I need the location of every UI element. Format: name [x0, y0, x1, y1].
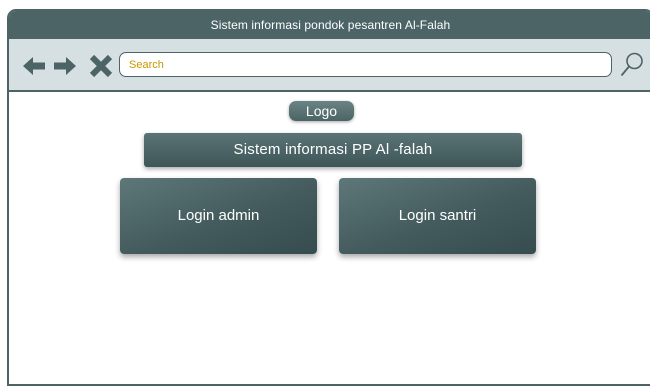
login-santri-button[interactable]: Login santri: [339, 178, 536, 254]
forward-arrow-icon[interactable]: [53, 54, 77, 78]
close-icon[interactable]: [89, 54, 113, 78]
login-admin-button[interactable]: Login admin: [120, 178, 317, 254]
browser-window: Sistem informasi pondok pesantren Al-Fal…: [7, 9, 650, 386]
toolbar: [9, 39, 650, 92]
logo-badge: Logo: [289, 101, 354, 121]
search-icon[interactable]: [619, 51, 645, 78]
search-input[interactable]: [119, 52, 612, 77]
app-title-banner: Sistem informasi PP Al -falah: [144, 133, 522, 167]
window-title: Sistem informasi pondok pesantren Al-Fal…: [9, 11, 650, 39]
back-arrow-icon[interactable]: [22, 54, 46, 78]
